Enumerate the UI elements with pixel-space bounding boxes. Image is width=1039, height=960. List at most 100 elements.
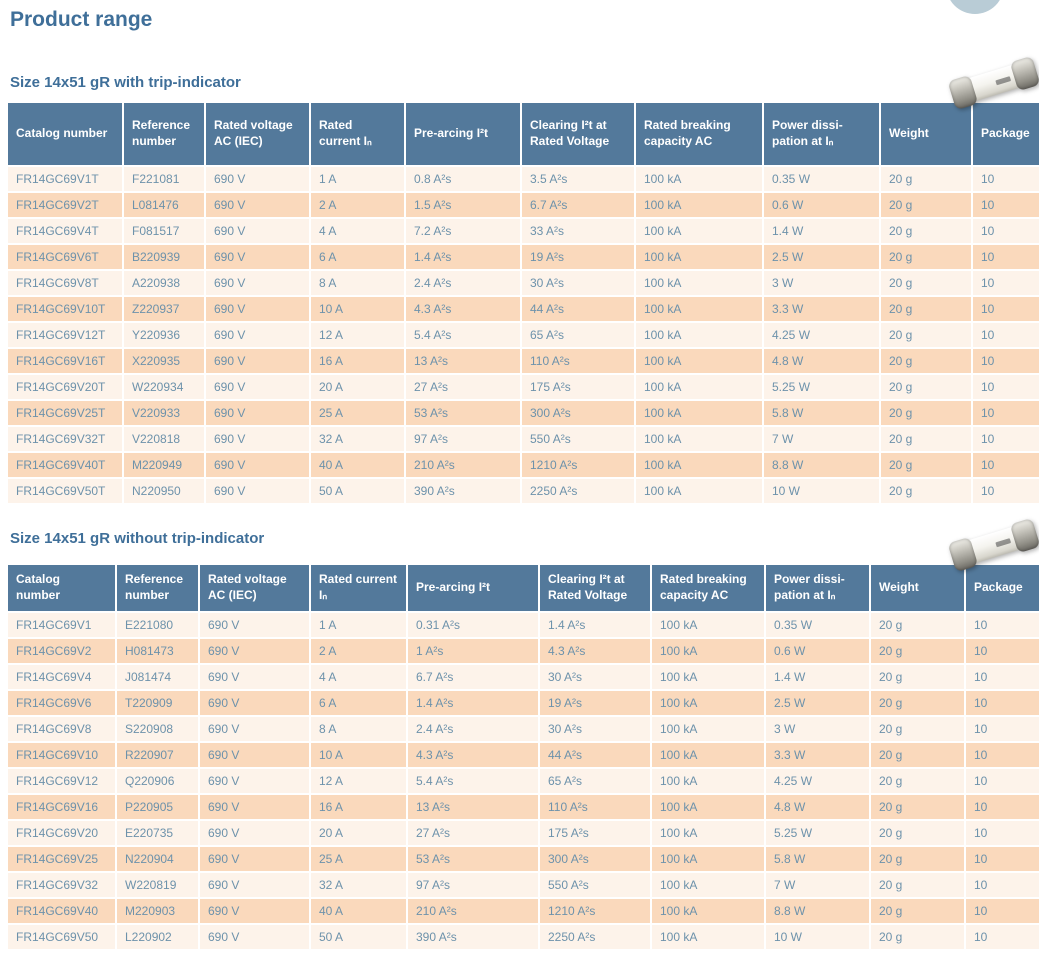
table-cell: 100 kA <box>652 665 764 689</box>
table-cell: 110 A²s <box>522 349 634 373</box>
table-cell: 690 V <box>200 665 309 689</box>
table-cell: 690 V <box>200 769 309 793</box>
decorative-circle <box>946 0 1004 14</box>
table-cell: 690 V <box>206 349 309 373</box>
table-cell: 4 A <box>311 219 404 243</box>
table-row: FR14GC69V2H081473690 V2 A1 A²s4.3 A²s100… <box>8 639 1039 663</box>
table-cell: 550 A²s <box>540 873 650 897</box>
table-cell: X220935 <box>124 349 204 373</box>
table-cell: Z220937 <box>124 297 204 321</box>
table-cell: 5.25 W <box>766 821 869 845</box>
table-cell: 3 W <box>764 271 879 295</box>
table-cell: 20 g <box>881 349 971 373</box>
table-cell: 16 A <box>311 795 406 819</box>
table-cell: 10 <box>973 219 1039 243</box>
table-cell: 0.35 W <box>764 167 879 191</box>
table-row: FR14GC69V1E221080690 V1 A0.31 A²s1.4 A²s… <box>8 613 1039 637</box>
table-cell: 44 A²s <box>540 743 650 767</box>
table-cell: 8 A <box>311 271 404 295</box>
table-cell: 2250 A²s <box>540 925 650 949</box>
table-cell: 690 V <box>200 639 309 663</box>
table-cell: B220939 <box>124 245 204 269</box>
table-cell: 100 kA <box>652 717 764 741</box>
table-cell: 2 A <box>311 193 404 217</box>
column-header: Rated breaking capacity AC <box>652 565 764 611</box>
table-cell: 100 kA <box>652 795 764 819</box>
table-cell: E221080 <box>117 613 198 637</box>
table-cell: FR14GC69V10T <box>8 297 122 321</box>
table-cell: Q220906 <box>117 769 198 793</box>
table-cell: 300 A²s <box>522 401 634 425</box>
table-cell: 690 V <box>206 193 309 217</box>
table-cell: 7.2 A²s <box>406 219 520 243</box>
table-cell: 100 kA <box>636 297 762 321</box>
table-cell: 1210 A²s <box>540 899 650 923</box>
column-header: Rated breaking capacity AC <box>636 103 762 165</box>
table-cell: 690 V <box>200 743 309 767</box>
table-row: FR14GC69V10TZ220937690 V10 A4.3 A²s44 A²… <box>8 297 1039 321</box>
table-cell: 1.4 A²s <box>540 613 650 637</box>
table-cell: 10 W <box>766 925 869 949</box>
table-cell: 100 kA <box>636 167 762 191</box>
table-cell: 4 A <box>311 665 406 689</box>
table-cell: 4.25 W <box>764 323 879 347</box>
table-cell: V220818 <box>124 427 204 451</box>
table-cell: L081476 <box>124 193 204 217</box>
table-cell: 13 A²s <box>406 349 520 373</box>
table-cell: 32 A <box>311 427 404 451</box>
table-cell: FR14GC69V4T <box>8 219 122 243</box>
table-cell: E220735 <box>117 821 198 845</box>
column-header: Reference number <box>117 565 198 611</box>
table-row: FR14GC69V1TF221081690 V1 A0.8 A²s3.5 A²s… <box>8 167 1039 191</box>
table-cell: 690 V <box>200 821 309 845</box>
table-cell: 40 A <box>311 899 406 923</box>
table-cell: FR14GC69V8T <box>8 271 122 295</box>
table-cell: 30 A²s <box>540 717 650 741</box>
table-cell: 690 V <box>206 375 309 399</box>
table-cell: 1 A²s <box>408 639 538 663</box>
product-table-with-trip-indicator: Catalog numberReference numberRated volt… <box>6 101 1039 505</box>
table-cell: 1 A <box>311 613 406 637</box>
table-cell: 1210 A²s <box>522 453 634 477</box>
table-cell: FR14GC69V20T <box>8 375 122 399</box>
table-cell: 690 V <box>206 323 309 347</box>
table-cell: 20 g <box>871 665 964 689</box>
table-cell: 20 g <box>881 219 971 243</box>
table-cell: 100 kA <box>652 743 764 767</box>
table-cell: 10 <box>966 847 1039 871</box>
table-cell: S220908 <box>117 717 198 741</box>
table-cell: 13 A²s <box>408 795 538 819</box>
table-cell: 5.8 W <box>766 847 869 871</box>
table-cell: 10 <box>973 349 1039 373</box>
table-cell: 53 A²s <box>408 847 538 871</box>
column-header: Catalog number <box>8 103 122 165</box>
table-cell: 10 <box>966 821 1039 845</box>
table-row: FR14GC69V12Q220906690 V12 A5.4 A²s65 A²s… <box>8 769 1039 793</box>
column-header: Rated current Iₙ <box>311 103 404 165</box>
table-cell: 690 V <box>206 167 309 191</box>
table-cell: 20 g <box>881 375 971 399</box>
table-cell: 10 <box>973 401 1039 425</box>
table-cell: 2.4 A²s <box>406 271 520 295</box>
table-cell: 53 A²s <box>406 401 520 425</box>
table-cell: FR14GC69V50 <box>8 925 115 949</box>
table-cell: 0.6 W <box>764 193 879 217</box>
table-cell: FR14GC69V32T <box>8 427 122 451</box>
table-cell: H081473 <box>117 639 198 663</box>
column-header: Power dissi-pation at Iₙ <box>766 565 869 611</box>
table-cell: 690 V <box>206 479 309 503</box>
table-cell: F221081 <box>124 167 204 191</box>
table-cell: 10 <box>973 479 1039 503</box>
column-header: Rated voltage AC (IEC) <box>206 103 309 165</box>
table-cell: FR14GC69V25 <box>8 847 115 871</box>
table-cell: 4.8 W <box>766 795 869 819</box>
section-heading-without-trip-indicator: Size 14x51 gR without trip-indicator <box>10 530 264 547</box>
table-cell: 1.5 A²s <box>406 193 520 217</box>
table-cell: T220909 <box>117 691 198 715</box>
table-cell: 2.5 W <box>766 691 869 715</box>
table-cell: 690 V <box>200 691 309 715</box>
table-cell: W220819 <box>117 873 198 897</box>
table-cell: 10 <box>973 297 1039 321</box>
table-row: FR14GC69V6TB220939690 V6 A1.4 A²s19 A²s1… <box>8 245 1039 269</box>
table-cell: 4.8 W <box>764 349 879 373</box>
